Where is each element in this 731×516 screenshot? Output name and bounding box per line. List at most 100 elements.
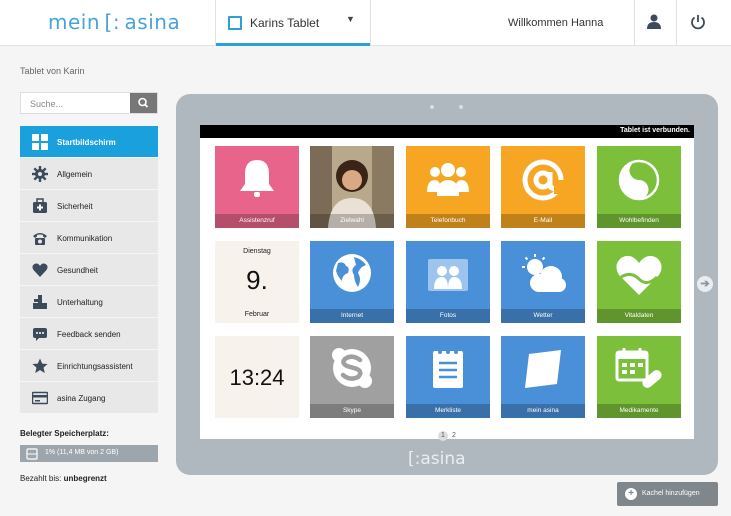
sidebar-nav: Startbildschirm Allgemein Sicherheit Kom… <box>20 126 158 414</box>
notepad-icon <box>433 350 463 388</box>
date-day: 9. <box>246 265 268 295</box>
tile-skype[interactable]: Skype <box>310 336 394 418</box>
sidebar-item-label: Sicherheit <box>57 202 93 211</box>
user-icon[interactable] <box>644 12 664 32</box>
tile-zielwahl[interactable]: Zielwahl <box>310 146 394 228</box>
tile-label: Zielwahl <box>310 214 394 228</box>
sidebar-item-kommunikation[interactable]: Kommunikation <box>20 222 158 254</box>
camera-dot <box>459 105 463 109</box>
page-dot-2[interactable]: 2 <box>452 432 456 439</box>
tile-medikamente[interactable]: Medikamente <box>597 336 681 418</box>
storage-value: 1% (11,4 MB von 2 GB) <box>45 449 119 456</box>
page-indicator: 12 <box>438 431 456 441</box>
tile-label: Internet <box>310 309 394 323</box>
paid-until-value: unbegrenzt <box>63 474 107 483</box>
header-divider <box>370 0 371 46</box>
clock-time: 13:24 <box>229 365 285 390</box>
tablet-preview: Tablet ist verbunden. Assistenzruf Zielw… <box>176 94 718 475</box>
medication-icon <box>615 348 662 388</box>
bell-icon <box>240 160 274 197</box>
tablet-selector-label: Karins Tablet <box>250 16 320 30</box>
sidebar-item-startbildschirm[interactable]: Startbildschirm <box>20 126 158 158</box>
top-bar: mein [: asina Karins Tablet ▼ Willkommen… <box>0 0 731 46</box>
storage-bar: 1% (11,4 MB von 2 GB) <box>20 445 158 462</box>
paid-until-label: Bezahlt bis: <box>20 474 62 483</box>
date-weekday: Dienstag <box>243 248 271 255</box>
page-dot-1[interactable]: 1 <box>438 431 448 441</box>
phone-icon <box>33 233 47 245</box>
app-logo[interactable]: mein [: asina <box>48 10 180 34</box>
sidebar-item-feedback[interactable]: Feedback senden <box>20 318 158 350</box>
yinyang-icon <box>618 159 660 201</box>
device-title: Tablet von Karin <box>20 66 85 76</box>
storage-label: Belegter Speicherplatz: <box>20 429 109 438</box>
sidebar-item-label: Unterhaltung <box>57 298 103 307</box>
power-icon[interactable] <box>688 12 708 32</box>
sidebar-item-allgemein[interactable]: Allgemein <box>20 158 158 190</box>
mein-asina-icon <box>525 350 561 388</box>
chevron-down-icon: ▼ <box>346 14 355 24</box>
vital-heart-icon <box>616 255 662 295</box>
chat-icon <box>33 328 47 341</box>
plus-icon: + <box>625 488 637 500</box>
sidebar-item-label: Feedback senden <box>57 330 121 339</box>
grid-icon <box>32 134 48 150</box>
medkit-icon <box>33 198 47 213</box>
weather-icon <box>522 254 566 292</box>
tile-mein-asina[interactable]: mein asina <box>501 336 585 418</box>
search-box[interactable]: Suche... <box>20 92 158 114</box>
sidebar-item-label: Allgemein <box>57 170 93 179</box>
tablet-frame-logo: [:asina <box>408 449 466 469</box>
paid-until: Bezahlt bis: unbegrenzt <box>20 474 107 483</box>
tablet-selector[interactable]: Karins Tablet ▼ <box>216 0 370 46</box>
sidebar-item-gesundheit[interactable]: Gesundheit <box>20 254 158 286</box>
tile-uhr[interactable]: 13:24 <box>215 336 299 418</box>
tile-datum[interactable]: Dienstag 9. Februar <box>215 241 299 323</box>
tile-label: Telefonbuch <box>406 214 490 228</box>
at-icon <box>522 159 564 201</box>
sidebar-item-asina-zugang[interactable]: asina Zugang <box>20 382 158 414</box>
people-icon <box>427 163 469 196</box>
next-page-arrow-icon[interactable]: ➔ <box>697 276 713 292</box>
star-icon <box>32 358 48 373</box>
date-month: Februar <box>244 311 270 318</box>
sidebar-item-unterhaltung[interactable]: Unterhaltung <box>20 286 158 318</box>
tile-label: Skype <box>310 404 394 418</box>
tile-label: Fotos <box>406 309 490 323</box>
globe-icon <box>333 254 371 292</box>
sidebar-item-label: Gesundheit <box>57 266 98 275</box>
tablet-screen: Tablet ist verbunden. Assistenzruf Zielw… <box>200 125 694 441</box>
tile-wohlbefinden[interactable]: Wohlbefinden <box>597 146 681 228</box>
header-divider <box>676 0 677 46</box>
tile-label: Assistenzruf <box>215 214 299 228</box>
tile-assistenzruf[interactable]: Assistenzruf <box>215 146 299 228</box>
tile-fotos[interactable]: Fotos <box>406 241 490 323</box>
connection-status: Tablet ist verbunden. <box>620 127 690 134</box>
sidebar-item-label: asina Zugang <box>57 394 106 403</box>
tile-wetter[interactable]: Wetter <box>501 241 585 323</box>
tablet-icon <box>228 16 242 30</box>
sidebar-item-label: Kommunikation <box>57 234 113 243</box>
search-icon <box>138 97 149 108</box>
add-tile-button[interactable]: + Kachel hinzufügen <box>617 482 718 506</box>
tile-label: E-Mail <box>501 214 585 228</box>
photos-icon <box>428 259 468 291</box>
tile-label: mein asina <box>501 404 585 418</box>
sidebar-item-sicherheit[interactable]: Sicherheit <box>20 190 158 222</box>
tile-merkliste[interactable]: Merkliste <box>406 336 490 418</box>
gear-icon <box>32 166 48 182</box>
header-divider <box>634 0 635 46</box>
tile-label: Merkliste <box>406 404 490 418</box>
tile-telefonbuch[interactable]: Telefonbuch <box>406 146 490 228</box>
tile-email[interactable]: E-Mail <box>501 146 585 228</box>
tile-vitaldaten[interactable]: Vitaldaten <box>597 241 681 323</box>
sidebar-item-einrichtungsassistent[interactable]: Einrichtungsassistent <box>20 350 158 382</box>
status-bar: Tablet ist verbunden. <box>200 125 694 138</box>
card-icon <box>32 391 48 405</box>
storage-icon <box>26 448 38 460</box>
welcome-text: Willkommen Hanna <box>508 17 604 29</box>
search-input[interactable]: Suche... <box>30 99 63 109</box>
tile-internet[interactable]: Internet <box>310 241 394 323</box>
tile-label: Vitaldaten <box>597 309 681 323</box>
search-button[interactable] <box>130 93 157 113</box>
